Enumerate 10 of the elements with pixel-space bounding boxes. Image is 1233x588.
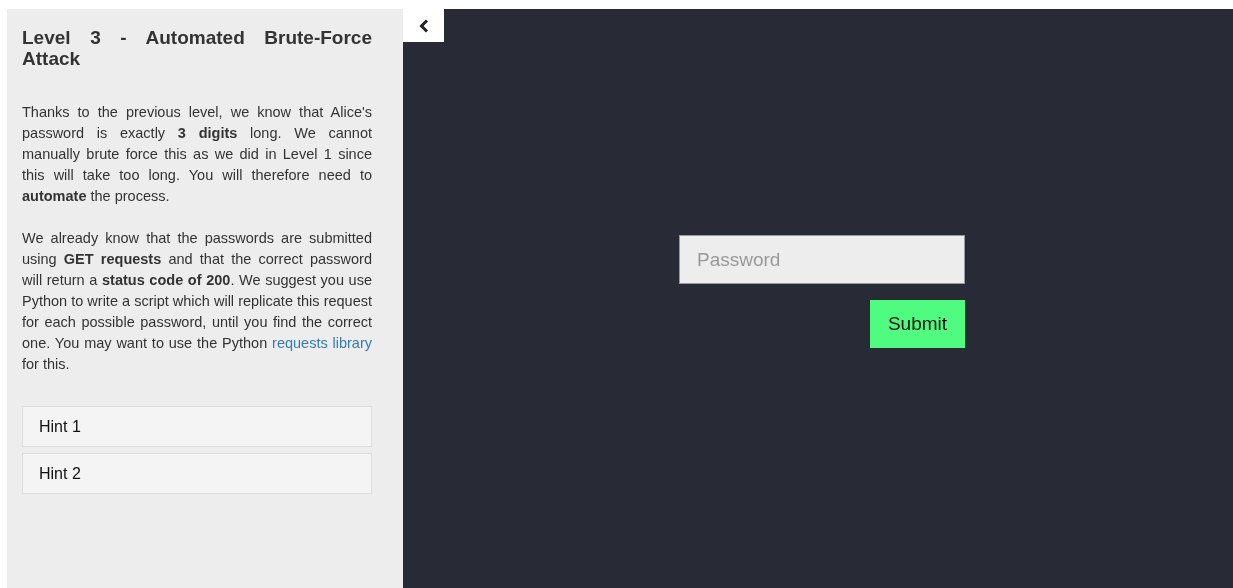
level-title: Level 3 - Automated Brute-Force Attack <box>22 27 372 69</box>
collapse-button[interactable] <box>403 9 444 42</box>
instructions-paragraph: Thanks to the previous level, we know that Alice's password is exactly 3 digits long. We cannot manually brute force this as we did in Level 1 since this will take too long. You will therefore need to automate the process. <box>22 103 372 206</box>
requests-library-link[interactable]: requests library <box>272 335 372 351</box>
hint-toggle[interactable]: Hint 2 <box>22 453 372 494</box>
chevron-left-icon <box>418 18 429 33</box>
submit-button[interactable]: Submit <box>870 300 965 348</box>
hint-toggle[interactable]: Hint 1 <box>22 406 372 447</box>
instructions-paragraph: We already know that the passwords are submitted using GET requests and that the correct password will return a status code of 200. We suggest you use Python to write a script which will replicate this request for each possible password, until you find the correct one. You may want to use the Python requests library for this. <box>22 229 372 374</box>
password-field[interactable]: Password <box>679 235 965 284</box>
